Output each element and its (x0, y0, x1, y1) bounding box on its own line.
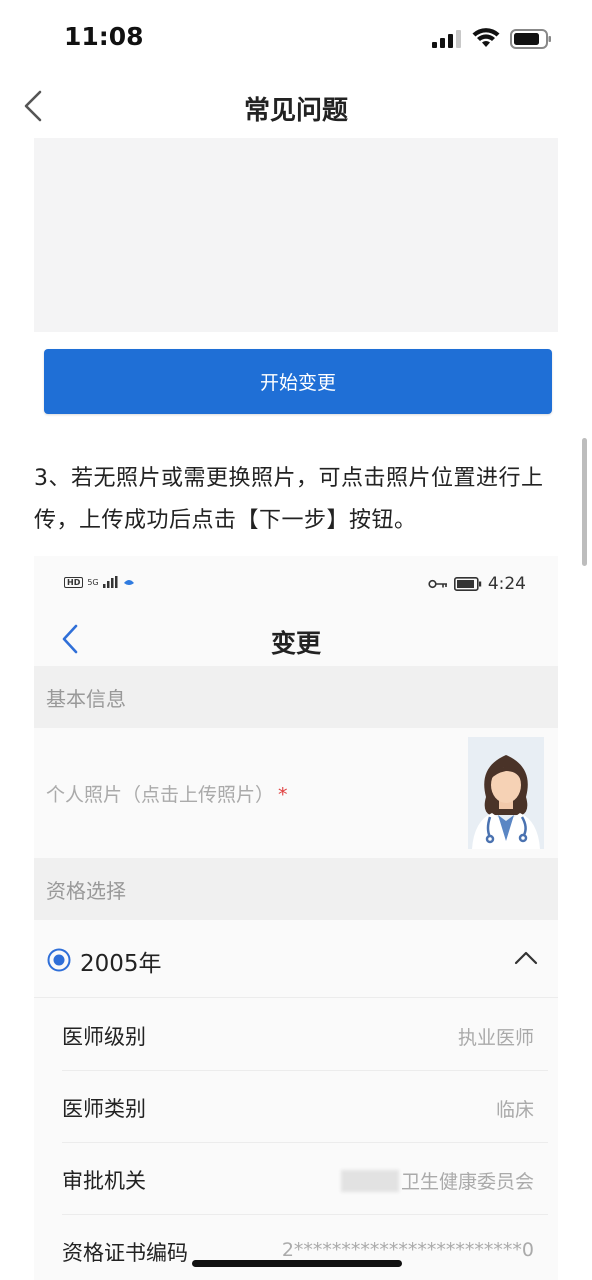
doctor-level-label: 医师级别 (62, 1025, 146, 1049)
doctor-category-label: 医师类别 (62, 1097, 146, 1121)
inner-status-right: 4:24 (428, 574, 526, 594)
doctor-level-value: 执业医师 (457, 1027, 534, 1049)
radio-selected-icon[interactable] (47, 948, 71, 972)
page-title: 常见问题 (243, 96, 348, 126)
embedded-screenshot: HD 5G 4:24 变更 基本信息 个人照片（点击上传照片） * 资格选择 2… (34, 556, 558, 1280)
image-placeholder (34, 138, 558, 332)
approval-authority-value-wrap: 卫生健康委员会 (340, 1167, 534, 1194)
cellular-signal-icon (432, 30, 461, 48)
photo-label-text: 个人照片（点击上传照片） (46, 784, 275, 806)
qualification-year: 2005年 (80, 951, 162, 977)
start-change-button[interactable]: 开始变更 (44, 349, 552, 414)
certificate-number-value: 2************************0 (281, 1239, 534, 1261)
navigation-bar: 常见问题 (0, 80, 592, 132)
approval-authority-label: 审批机关 (62, 1169, 146, 1193)
redacted-block (340, 1170, 399, 1192)
inner-status-time: 4:24 (487, 574, 526, 594)
wifi-icon (472, 28, 500, 47)
inner-page-title: 变更 (270, 629, 321, 658)
network-label: 5G (87, 577, 99, 587)
status-bar: 11:08 (0, 0, 592, 80)
photo-upload-label: 个人照片（点击上传照片） * (46, 780, 288, 807)
home-indicator[interactable] (192, 1260, 402, 1267)
chevron-up-icon[interactable] (514, 948, 538, 968)
doctor-category-row: 医师类别 临床 (62, 1071, 548, 1143)
inner-status-bar: HD 5G 4:24 (34, 556, 558, 612)
instruction-text: 3、若无照片或需更换照片，可点击照片位置进行上传，上传成功后点击【下一步】按钮。 (34, 466, 544, 533)
doctor-avatar-photo[interactable] (468, 737, 544, 849)
scrollbar[interactable] (582, 438, 587, 566)
doctor-category-value: 临床 (495, 1099, 534, 1121)
certificate-number-label: 资格证书编码 (62, 1241, 188, 1265)
qualification-year-row[interactable]: 2005年 (34, 920, 558, 998)
inner-battery-icon (453, 577, 482, 591)
hd-badge: HD (64, 576, 84, 588)
inner-status-left: HD 5G (64, 576, 135, 588)
app-notification-icon (123, 580, 134, 585)
battery-icon (510, 29, 551, 49)
doctor-level-row: 医师级别 执业医师 (62, 999, 548, 1071)
key-icon (428, 579, 447, 589)
status-time: 11:08 (64, 22, 144, 51)
required-mark: * (278, 784, 288, 806)
qualification-header: 资格选择 (34, 858, 558, 920)
inner-signal-icon (102, 576, 118, 588)
inner-navigation-bar: 变更 (34, 612, 558, 666)
approval-authority-row: 审批机关 卫生健康委员会 (62, 1143, 548, 1215)
photo-upload-row[interactable]: 个人照片（点击上传照片） * (34, 728, 558, 858)
certificate-number-row: 资格证书编码 2************************0 (62, 1215, 548, 1280)
basic-info-header: 基本信息 (34, 666, 558, 728)
approval-authority-value: 卫生健康委员会 (400, 1171, 534, 1193)
